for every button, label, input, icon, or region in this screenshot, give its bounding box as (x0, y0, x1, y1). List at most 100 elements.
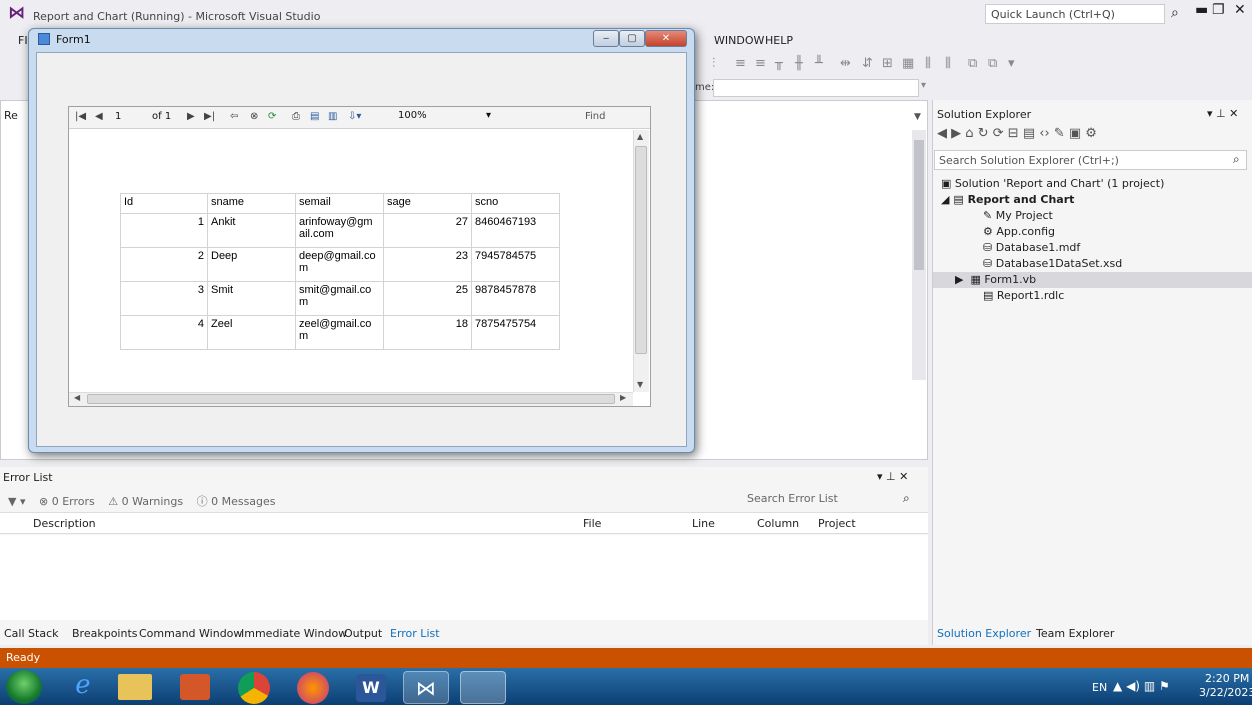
tab-output[interactable]: Output (344, 627, 382, 640)
preview-icon[interactable]: ▣ (1069, 126, 1081, 141)
chevron-down-icon[interactable]: ▼ (914, 112, 921, 122)
last-page-icon[interactable]: ▶| (204, 111, 215, 122)
find-label[interactable]: Find (585, 111, 606, 122)
make-same-height-icon[interactable]: ⇵ (862, 56, 873, 71)
errors-toggle[interactable]: 0 Errors (52, 495, 95, 508)
col-column[interactable]: Column (757, 517, 799, 530)
align-left-icon[interactable]: ⫶ (712, 56, 715, 71)
pin-icon[interactable]: ▾ ⊥ ✕ (1207, 107, 1238, 120)
page-setup-icon[interactable]: ▥ (328, 111, 337, 122)
close-icon[interactable]: ✕ (1234, 2, 1246, 18)
visual-studio-taskbar-icon[interactable]: ⋈ (403, 671, 449, 704)
filter-icon[interactable]: ▼ ▾ (8, 495, 25, 508)
solution-search-input[interactable]: Search Solution Explorer (Ctrl+;) (934, 150, 1247, 170)
media-player-icon[interactable] (180, 674, 210, 700)
form-maximize-button[interactable]: ▢ (619, 30, 645, 47)
quick-launch-input[interactable]: Quick Launch (Ctrl+Q) (985, 4, 1165, 24)
zoom-select[interactable]: 100% ▾ (398, 110, 508, 126)
col-line[interactable]: Line (692, 517, 715, 530)
clock[interactable]: 2:20 PM 3/22/2023 (1199, 672, 1252, 700)
report-vertical-scroll-thumb[interactable] (635, 146, 647, 354)
tab-team-explorer[interactable]: Team Explorer (1036, 627, 1114, 640)
send-to-back-icon[interactable]: ⧉ (988, 56, 997, 71)
refresh-icon[interactable]: ⟳ (993, 126, 1004, 141)
scroll-up-icon[interactable]: ▲ (637, 132, 643, 141)
settings-icon[interactable]: ⚙ (1085, 126, 1097, 141)
bring-to-front-icon[interactable]: ⧉ (968, 56, 977, 71)
view-code-icon[interactable]: ‹› (1039, 126, 1049, 141)
error-search-input[interactable]: Search Error List (747, 490, 917, 508)
form1-taskbar-icon[interactable] (460, 671, 506, 704)
tree-item[interactable]: ⛁ Database1DataSet.xsd (983, 257, 1122, 270)
make-same-width-icon[interactable]: ⇹ (840, 56, 851, 71)
scroll-left-icon[interactable]: ◀ (74, 393, 80, 402)
chevron-down-icon[interactable]: ▾ (921, 80, 926, 91)
align-bottom-icon[interactable]: ╨ (815, 56, 823, 71)
page-number-input[interactable]: 1 (115, 111, 121, 122)
next-page-icon[interactable]: ▶ (187, 111, 195, 122)
pin-icon[interactable]: ▾ ⊥ ✕ (877, 470, 908, 483)
internet-explorer-icon[interactable]: ℯ (60, 670, 106, 704)
sync-icon[interactable]: ↻ (978, 126, 989, 141)
size-to-grid-icon[interactable]: ⊞ (882, 56, 893, 71)
spacing-v-icon[interactable]: ⫼ (945, 56, 951, 71)
back-icon[interactable]: ◀ (937, 126, 947, 141)
col-file[interactable]: File (583, 517, 601, 530)
home-icon[interactable]: ⌂ (965, 126, 973, 141)
search-icon[interactable]: ⌕ (903, 491, 910, 506)
tab-immediate-window[interactable]: Immediate Window (241, 627, 347, 640)
tree-item[interactable]: ✎ My Project (983, 209, 1053, 222)
tree-item[interactable]: ⚙ App.config (983, 225, 1055, 238)
tree-item[interactable]: ▤ Report1.rdlc (983, 289, 1064, 302)
tab-call-stack[interactable]: Call Stack (4, 627, 58, 640)
tab-solution-explorer[interactable]: Solution Explorer (937, 627, 1031, 640)
back-icon[interactable]: ⇦ (230, 111, 238, 122)
show-hidden-icon[interactable]: ▲ (1113, 679, 1122, 693)
file-explorer-icon[interactable] (118, 674, 152, 700)
tree-solution[interactable]: ▣ Solution 'Report and Chart' (1 project… (941, 177, 1164, 190)
warnings-toggle[interactable]: 0 Warnings (122, 495, 183, 508)
editor-tab[interactable]: Re (4, 109, 18, 122)
messages-toggle[interactable]: 0 Messages (211, 495, 275, 508)
tree-item[interactable]: ▶ ▦ Form1.vb (955, 273, 1036, 286)
report-horizontal-scroll-thumb[interactable] (87, 394, 615, 404)
name-combobox[interactable] (713, 79, 919, 97)
grid-icon[interactable]: ▦ (902, 56, 914, 71)
spacing-icon[interactable]: ⫼ (925, 56, 931, 71)
firefox-icon[interactable] (297, 672, 329, 704)
collapse-icon[interactable]: ⊟ (1008, 126, 1019, 141)
tree-project[interactable]: ◢ ▤ Report and Chart (941, 193, 1074, 206)
form-minimize-button[interactable]: ‒ (593, 30, 619, 47)
tab-error-list[interactable]: Error List (390, 627, 440, 640)
volume-icon[interactable]: ◀) (1126, 679, 1140, 693)
form-close-button[interactable]: ✕ (645, 30, 687, 47)
forward-icon[interactable]: ▶ (951, 126, 961, 141)
prev-page-icon[interactable]: ◀ (95, 111, 103, 122)
network-icon[interactable]: ▥ (1144, 679, 1155, 693)
stop-icon[interactable]: ⊗ (250, 111, 258, 122)
print-icon[interactable]: ⎙ (292, 111, 300, 122)
first-page-icon[interactable]: |◀ (75, 111, 86, 122)
col-description[interactable]: Description (33, 517, 96, 530)
scroll-down-icon[interactable]: ▼ (637, 380, 643, 389)
properties-icon[interactable]: ✎ (1054, 126, 1065, 141)
tab-breakpoints[interactable]: Breakpoints (72, 627, 138, 640)
search-icon[interactable]: ⌕ (1233, 152, 1240, 167)
align-middle-icon[interactable]: ╫ (795, 56, 803, 71)
search-icon[interactable]: ⌕ (1171, 5, 1179, 21)
start-button[interactable] (6, 670, 42, 704)
minimize-icon[interactable]: ▬ (1195, 2, 1208, 18)
tab-command-window[interactable]: Command Window (139, 627, 242, 640)
menu-window[interactable]: WINDOW (714, 34, 764, 47)
refresh-icon[interactable]: ⟳ (268, 111, 276, 122)
tree-item[interactable]: ⛁ Database1.mdf (983, 241, 1080, 254)
show-all-icon[interactable]: ▤ (1023, 126, 1035, 141)
scroll-right-icon[interactable]: ▶ (620, 393, 626, 402)
align-top-icon[interactable]: ╥ (775, 56, 783, 71)
menu-help[interactable]: HELP (765, 34, 793, 47)
toolbar-options-icon[interactable]: ▾ (1008, 56, 1015, 71)
chrome-icon[interactable] (238, 672, 270, 704)
language-indicator[interactable]: EN (1092, 681, 1107, 694)
export-icon[interactable]: ⇩▾ (348, 111, 361, 122)
align-right-icon[interactable]: ≡ (755, 56, 766, 71)
